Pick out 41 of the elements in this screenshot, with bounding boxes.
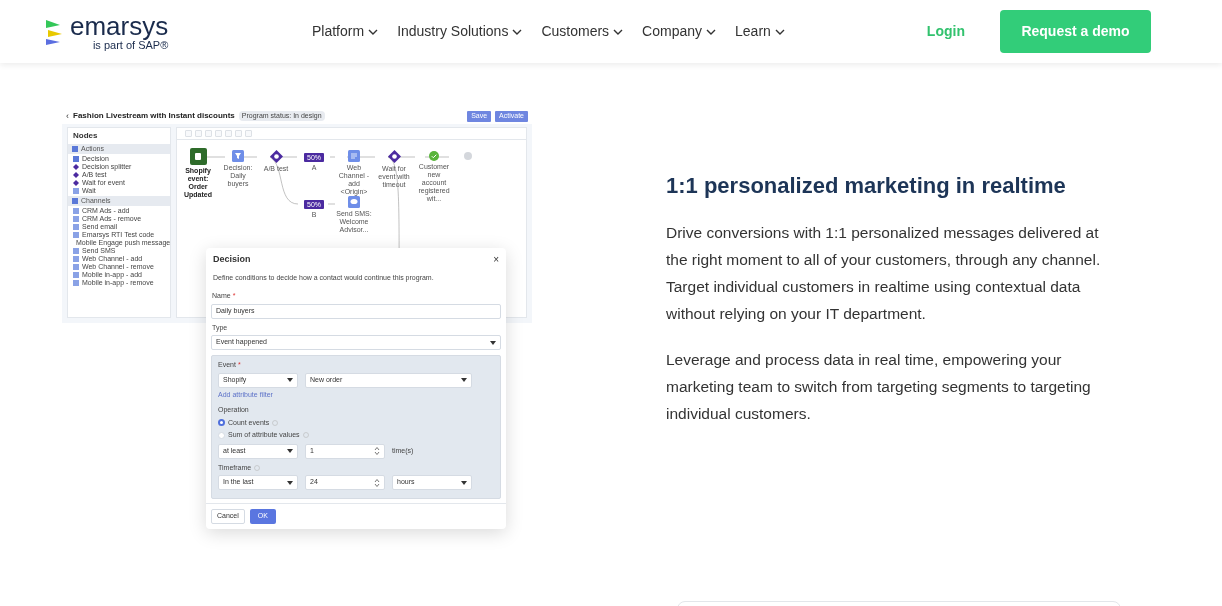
caret-icon [287, 378, 293, 382]
nav-link[interactable]: Industry Solutions [397, 21, 523, 42]
chevron-down-icon [774, 28, 785, 35]
chat-bubble-icon [348, 196, 360, 208]
dialog-title: Decision [213, 253, 251, 266]
caret-icon [461, 480, 467, 485]
caret-icon [461, 378, 467, 382]
nav-link[interactable]: Customers [541, 21, 624, 42]
section-heading: 1:1 personalized marketing in realtime [666, 172, 1067, 200]
nav-link[interactable]: Platform [312, 21, 379, 42]
caret-icon [490, 340, 496, 345]
node-type-icon [73, 188, 79, 194]
chevron-down-icon [613, 28, 624, 35]
caret-icon [287, 449, 293, 453]
panel-title: Nodes [72, 130, 99, 142]
logo-wordmark: emarsys [70, 12, 169, 39]
chevron-down-icon [368, 28, 379, 35]
info-icon [302, 432, 309, 439]
section-icon [72, 146, 78, 152]
end-node-icon [464, 152, 472, 160]
diamond-icon [269, 150, 283, 163]
body-paragraph: Drive conversions with 1:1 personalized messages delivered at the right moment to all of your customers, through any channel. Target individual customers in realtime using contextual data without relying on your IT department. [666, 223, 1102, 324]
chevron-down-icon [512, 28, 523, 35]
connector-line [424, 156, 450, 158]
body-paragraph: Leverage and process data in real time, empowering your marketing team to switch from targeting segments to targeting individual customers. [666, 350, 1092, 424]
caret-icon [287, 480, 293, 485]
program-title: Fashion Livestream with Instant discounts [73, 110, 235, 122]
section-icon [72, 198, 78, 204]
stepper-icon [374, 477, 380, 488]
stepper-icon [374, 446, 380, 456]
nav-link[interactable]: Learn [735, 21, 785, 42]
info-icon [254, 464, 261, 471]
nav-link[interactable]: Company [642, 21, 717, 42]
info-icon [272, 419, 279, 426]
diamond-icon [387, 150, 401, 163]
back-button[interactable]: ‹ [66, 111, 69, 121]
close-button[interactable]: × [493, 254, 499, 265]
browser-icon [348, 150, 360, 162]
chevron-down-icon [706, 28, 717, 35]
radio-button[interactable] [218, 419, 225, 427]
checkmark-icon [429, 151, 439, 161]
